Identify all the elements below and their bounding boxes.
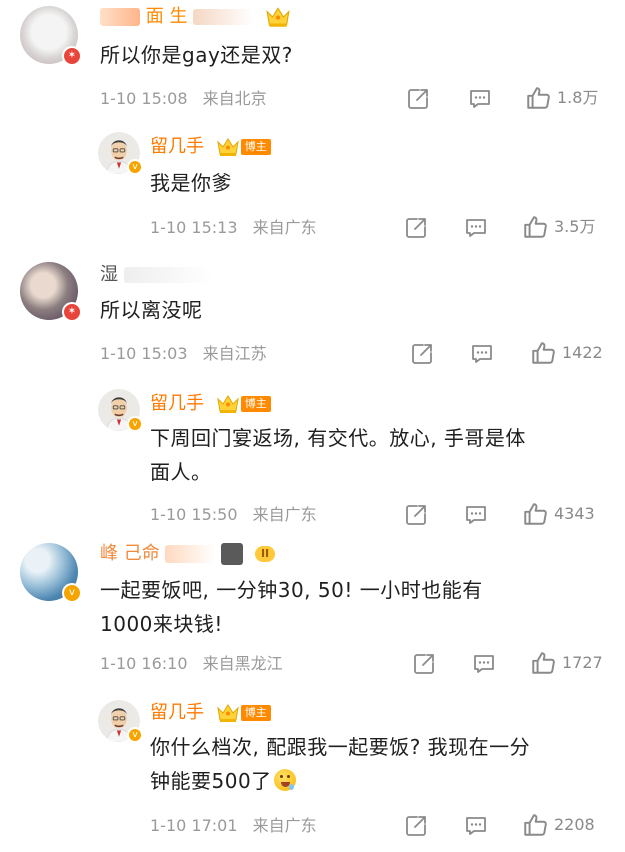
crown-icon: 博主 xyxy=(216,137,271,157)
reply-item: v 留几手 博主 你什么档次, 配跟我一起要饭? 我现在一分 钟能要500了 1… xyxy=(0,690,625,852)
avatar[interactable]: ✶ xyxy=(20,6,82,66)
share-icon xyxy=(406,87,430,111)
share-button[interactable] xyxy=(404,216,428,240)
comment-meta: 1-10 15:50 来自广东 xyxy=(150,505,317,525)
reply-button[interactable] xyxy=(472,652,496,676)
timestamp: 1-10 16:10 xyxy=(100,654,188,673)
comment-icon xyxy=(464,503,488,527)
avatar[interactable]: v xyxy=(98,132,143,175)
level-badge: II xyxy=(254,546,276,562)
comment-text: 所以离没呢 xyxy=(100,298,203,322)
like-count: 1422 xyxy=(562,343,603,362)
location: 来自广东 xyxy=(252,218,317,237)
username[interactable]: 湿 xyxy=(100,264,214,286)
comment-icon xyxy=(464,814,488,838)
crown-icon: 博主 xyxy=(216,394,271,414)
like-button[interactable]: 1.8万 xyxy=(525,86,598,110)
thumbs-up-icon xyxy=(522,812,548,838)
crown-icon: 博主 xyxy=(216,703,271,723)
comment-meta: 1-10 15:13 来自广东 xyxy=(150,218,317,238)
share-button[interactable] xyxy=(404,503,428,527)
like-count: 2208 xyxy=(554,815,595,834)
thumbs-up-icon xyxy=(525,85,551,111)
comment-meta: 1-10 15:03 来自江苏 xyxy=(100,344,267,364)
thumbs-up-icon xyxy=(530,340,556,366)
like-count: 4343 xyxy=(554,504,595,523)
location: 来自广东 xyxy=(252,505,317,524)
like-count: 3.5万 xyxy=(554,217,596,236)
reply-button[interactable] xyxy=(464,216,488,240)
avatar[interactable]: v xyxy=(98,700,143,743)
comment-meta: 1-10 15:08 来自北京 xyxy=(100,89,267,109)
comment-text: 一起要饭吧, 一分钟30, 50! 一小时也能有 1000来块钱! xyxy=(100,578,483,636)
share-icon xyxy=(404,814,428,838)
thumbs-up-icon xyxy=(522,501,548,527)
comment-meta: 1-10 17:01 来自广东 xyxy=(150,816,317,836)
timestamp: 1-10 15:08 xyxy=(100,89,188,108)
location: 来自黑龙江 xyxy=(202,654,283,673)
blogger-tag: 博主 xyxy=(240,139,271,155)
comment-text: 所以你是gay还是双? xyxy=(100,43,293,67)
share-icon xyxy=(404,503,428,527)
comment-item: v 峰 己命 II 一起要饭吧, 一分钟30, 50! 一小时也能有 1000来… xyxy=(0,535,625,690)
location: 来自江苏 xyxy=(202,344,267,363)
verified-badge-icon: v xyxy=(127,727,143,743)
comment-item: ✶ 面 生 所以你是gay还是双? 1-10 15:08 来自北京 1.8万 xyxy=(0,0,625,120)
comment-text: 你什么档次, 配跟我一起要饭? 我现在一分 钟能要500了 xyxy=(150,735,531,793)
verified-badge-icon: v xyxy=(62,583,82,603)
verified-badge-icon: v xyxy=(127,159,143,175)
verified-badge-icon: ✶ xyxy=(62,46,82,66)
like-count: 1.8万 xyxy=(557,88,599,107)
thumbs-up-icon xyxy=(522,214,548,240)
share-icon xyxy=(412,652,436,676)
comment-icon xyxy=(464,216,488,240)
comment-item: ✶ 湿 所以离没呢 1-10 15:03 来自江苏 1422 xyxy=(0,250,625,375)
comment-icon xyxy=(472,652,496,676)
username[interactable]: 留几手 博主 xyxy=(150,393,271,415)
drooling-face-emoji xyxy=(273,769,296,791)
like-button[interactable]: 2208 xyxy=(522,813,595,837)
reply-button[interactable] xyxy=(464,814,488,838)
username[interactable]: 峰 己命 II xyxy=(100,543,276,565)
reply-button[interactable] xyxy=(464,503,488,527)
username[interactable]: 留几手 博主 xyxy=(150,136,271,158)
timestamp: 1-10 15:13 xyxy=(150,218,238,237)
blogger-tag: 博主 xyxy=(240,396,271,412)
reply-button[interactable] xyxy=(470,342,494,366)
avatar[interactable]: v xyxy=(98,389,143,432)
timestamp: 1-10 15:50 xyxy=(150,505,238,524)
share-button[interactable] xyxy=(406,87,430,111)
comment-icon xyxy=(468,87,492,111)
timestamp: 1-10 15:03 xyxy=(100,344,188,363)
verified-badge-icon: v xyxy=(127,416,143,432)
share-button[interactable] xyxy=(404,814,428,838)
share-icon xyxy=(410,342,434,366)
username[interactable]: 留几手 博主 xyxy=(150,702,271,724)
location: 来自广东 xyxy=(252,816,317,835)
share-button[interactable] xyxy=(410,342,434,366)
share-button[interactable] xyxy=(412,652,436,676)
verified-badge-icon: ✶ xyxy=(62,302,82,322)
comment-meta: 1-10 16:10 来自黑龙江 xyxy=(100,654,283,674)
share-icon xyxy=(404,216,428,240)
like-count: 1727 xyxy=(562,653,603,672)
timestamp: 1-10 17:01 xyxy=(150,816,238,835)
reply-item: v 留几手 博主 我是你爹 1-10 15:13 来自广东 3.5万 xyxy=(0,120,625,250)
avatar[interactable]: ✶ xyxy=(20,262,82,322)
reply-button[interactable] xyxy=(468,87,492,111)
comment-text: 下周回门宴返场, 有交代。放心, 手哥是体 面人。 xyxy=(150,426,526,484)
thumbs-up-icon xyxy=(530,650,556,676)
like-button[interactable]: 4343 xyxy=(522,502,595,526)
blogger-tag: 博主 xyxy=(240,705,271,721)
comment-text: 我是你爹 xyxy=(150,171,232,195)
crown-icon xyxy=(265,6,291,28)
like-button[interactable]: 1422 xyxy=(530,341,603,365)
location: 来自北京 xyxy=(202,89,267,108)
avatar[interactable]: v xyxy=(20,543,82,603)
username[interactable]: 面 生 xyxy=(100,6,291,28)
reply-item: v 留几手 博主 下周回门宴返场, 有交代。放心, 手哥是体 面人。 1-10 … xyxy=(0,375,625,535)
like-button[interactable]: 1727 xyxy=(530,651,603,675)
like-button[interactable]: 3.5万 xyxy=(522,215,595,239)
comment-icon xyxy=(470,342,494,366)
